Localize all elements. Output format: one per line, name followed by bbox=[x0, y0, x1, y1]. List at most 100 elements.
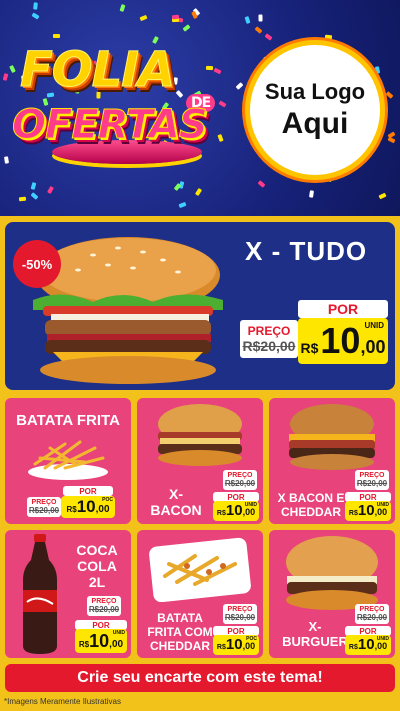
product-tile-x-burguer[interactable]: X- BURGUER PREÇO R$20,00 POR R$ 10 ,00 U… bbox=[269, 530, 395, 658]
product-name-line2: COLA bbox=[77, 558, 117, 575]
product-price-box: R$ 10 ,00 UNID bbox=[213, 501, 259, 521]
store-logo-placeholder[interactable]: Sua Logo Aqui bbox=[245, 40, 385, 180]
logo-text-line2: Aqui bbox=[281, 107, 349, 140]
product-name-line1: X- bbox=[308, 619, 322, 634]
confetti-piece bbox=[324, 34, 333, 40]
product-price-box: R$ 10 ,00 UNID bbox=[75, 629, 127, 653]
confetti-piece bbox=[2, 73, 9, 81]
featured-old-price: R$20,00 bbox=[242, 338, 296, 354]
product-name-line3: 2L bbox=[88, 574, 106, 591]
confetti-piece bbox=[309, 190, 314, 198]
product-name-line2: CHEDDAR bbox=[281, 504, 341, 519]
confetti-piece bbox=[18, 196, 27, 202]
product-unit: UNID bbox=[376, 502, 389, 508]
product-tile-x-bacon-cheddar[interactable]: X BACON E CHEDDAR PREÇO R$20,00 POR R$ 1… bbox=[269, 398, 395, 524]
featured-product-card[interactable]: -50% X - TUDO POR PREÇO R$20,00 R$ 10 ,0… bbox=[5, 222, 395, 390]
product-price-dec: ,00 bbox=[242, 507, 256, 517]
discount-badge: -50% bbox=[13, 240, 61, 288]
product-price-box: R$ 10 ,00 UNID bbox=[345, 635, 391, 655]
featured-price-dec: ,00 bbox=[360, 337, 386, 357]
product-por-label: POR bbox=[63, 486, 113, 496]
product-unit: POC bbox=[102, 497, 113, 503]
product-price-box: R$ 10 ,00 POC bbox=[213, 635, 259, 655]
product-preco-label: PREÇO bbox=[91, 598, 117, 605]
product-tile-batata-frita[interactable]: BATATA FRITA POR PREÇO R$20,00 R$ 10 ,00… bbox=[5, 398, 131, 524]
product-unit: POC bbox=[246, 636, 257, 642]
logo-word-ofertas: OFERTAS bbox=[12, 102, 209, 149]
product-old-price: R$20,00 bbox=[356, 479, 388, 488]
product-preco-label: PREÇO bbox=[227, 606, 253, 613]
header-banner: FOLIA DE OFERTAS Sua Logo Aqui bbox=[0, 0, 400, 216]
product-name-line1: X BACON E bbox=[277, 491, 345, 505]
product-tile-coca-cola[interactable]: COCA COLA 2L PREÇO R$20,00 POR R$ 10 ,00… bbox=[5, 530, 131, 658]
confetti-piece bbox=[385, 91, 394, 99]
product-old-price-box: PREÇO R$20,00 bbox=[355, 604, 389, 624]
confetti-piece bbox=[378, 192, 387, 200]
confetti-piece bbox=[30, 182, 37, 190]
product-tile-batata-cheddar[interactable]: BATATA FRITA COM CHEDDAR PREÇO R$20,00 P… bbox=[137, 530, 263, 658]
product-name-line2: BURGUER bbox=[282, 633, 348, 649]
product-price-int: 10 bbox=[357, 502, 375, 519]
product-name-line1: X- bbox=[169, 486, 183, 502]
product-tile-x-bacon[interactable]: X- BACON PREÇO R$20,00 POR R$ 10 ,00 UNI… bbox=[137, 398, 263, 524]
product-name: X- BACON bbox=[143, 486, 209, 518]
product-name-line2: FRITA COM bbox=[147, 624, 213, 639]
product-price-int: 10 bbox=[225, 502, 243, 519]
featured-unit: UNID bbox=[364, 321, 384, 330]
product-old-price-box: PREÇO R$20,00 bbox=[27, 497, 61, 517]
product-price-dec: ,00 bbox=[242, 641, 256, 651]
product-currency: R$ bbox=[66, 505, 77, 514]
featured-product-name: X - TUDO bbox=[245, 236, 368, 266]
product-old-price: R$20,00 bbox=[88, 605, 120, 614]
confetti-piece bbox=[119, 4, 126, 12]
product-name-line3: CHEDDAR bbox=[150, 638, 210, 653]
confetti-piece bbox=[3, 156, 10, 164]
fries-cheddar-image bbox=[149, 537, 251, 602]
product-preco-label: PREÇO bbox=[227, 472, 253, 479]
featured-por-label: POR bbox=[298, 300, 388, 318]
product-price-int: 10 bbox=[225, 636, 243, 653]
product-old-price: R$20,00 bbox=[28, 506, 60, 515]
product-unit: UNID bbox=[244, 502, 257, 508]
product-old-price-box: PREÇO R$20,00 bbox=[87, 596, 121, 616]
confetti-piece bbox=[53, 34, 60, 38]
cta-banner[interactable]: Crie seu encarte com este tema! bbox=[5, 664, 395, 692]
confetti-piece bbox=[235, 82, 244, 90]
confetti-piece bbox=[194, 187, 203, 197]
product-old-price-box: PREÇO R$20,00 bbox=[355, 470, 389, 490]
product-currency: R$ bbox=[348, 510, 358, 517]
product-old-price-box: PREÇO R$20,00 bbox=[223, 470, 257, 490]
confetti-piece bbox=[258, 14, 263, 22]
product-old-price: R$20,00 bbox=[356, 613, 388, 622]
confetti-piece bbox=[257, 180, 266, 188]
product-currency: R$ bbox=[216, 510, 226, 517]
product-price-dec: ,00 bbox=[109, 639, 124, 650]
confetti-piece bbox=[178, 201, 187, 209]
disclaimer-note: *Imagens Meramente Ilustrativas bbox=[4, 697, 121, 706]
product-currency: R$ bbox=[216, 644, 226, 651]
product-old-price-box: PREÇO R$20,00 bbox=[223, 604, 257, 624]
confetti-piece bbox=[387, 136, 396, 144]
featured-preco-label: PREÇO bbox=[247, 324, 291, 338]
x-bacon-image bbox=[158, 404, 242, 466]
confetti-piece bbox=[264, 33, 273, 41]
product-currency: R$ bbox=[348, 644, 358, 651]
product-name: COCA COLA 2L bbox=[67, 542, 127, 590]
confetti-piece bbox=[139, 14, 148, 22]
product-preco-label: PREÇO bbox=[31, 499, 57, 506]
product-price-dec: ,00 bbox=[95, 504, 110, 515]
product-price-int: 10 bbox=[357, 636, 375, 653]
product-currency: R$ bbox=[78, 640, 90, 649]
featured-old-price-box: PREÇO R$20,00 bbox=[240, 320, 298, 358]
product-price-box: R$ 10 ,00 UNID bbox=[345, 501, 391, 521]
coca-cola-bottle-image bbox=[23, 534, 57, 654]
product-name: BATATA FRITA bbox=[16, 412, 120, 429]
product-old-price: R$20,00 bbox=[224, 479, 256, 488]
product-name-line2: BACON bbox=[150, 502, 202, 519]
confetti-piece bbox=[244, 16, 251, 24]
product-unit: UNID bbox=[376, 636, 389, 642]
confetti-piece bbox=[171, 14, 180, 20]
logo-text-line1: Sua Logo bbox=[264, 79, 366, 104]
confetti-piece bbox=[31, 12, 40, 20]
product-unit: UNID bbox=[112, 630, 125, 636]
